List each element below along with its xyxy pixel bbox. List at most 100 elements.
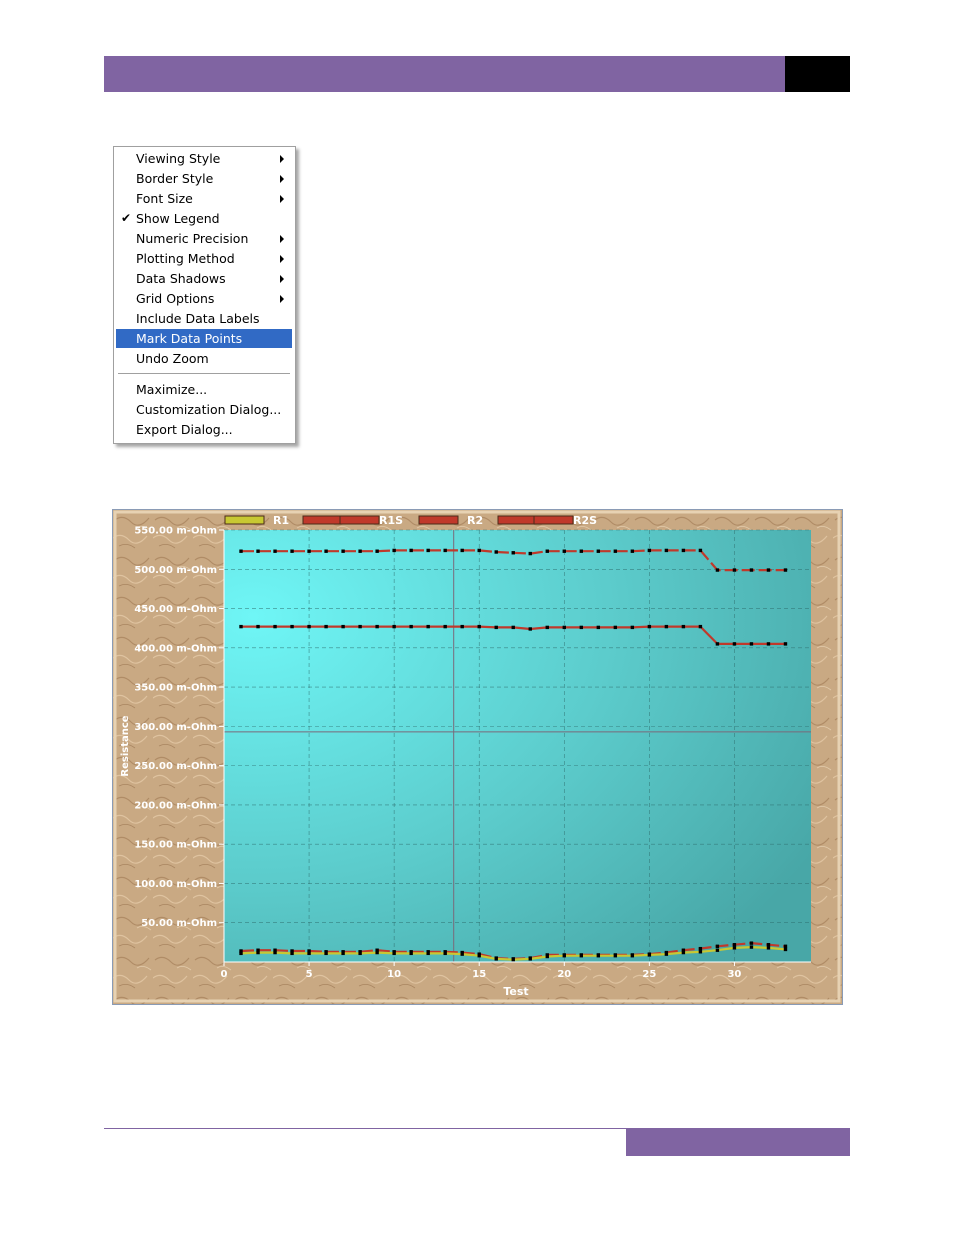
- data-point-r1s: [715, 944, 720, 948]
- data-point-r2s: [426, 548, 430, 553]
- checkmark-icon: ✔: [121, 211, 132, 225]
- submenu-arrow-icon: [280, 235, 284, 243]
- legend-swatch-r2s: [533, 515, 574, 525]
- data-point-r1: [579, 954, 584, 958]
- x-tick-label: 5: [306, 969, 313, 980]
- menu-item-maximize[interactable]: Maximize...: [116, 380, 292, 399]
- data-point-r2: [341, 624, 345, 629]
- data-point-r1: [664, 952, 669, 956]
- x-tick-label: 25: [642, 969, 656, 980]
- data-point-r2s: [647, 548, 652, 553]
- data-point-r2: [647, 624, 652, 629]
- data-point-r2s: [545, 549, 549, 553]
- menu-item-label: Viewing Style: [136, 151, 221, 166]
- menu-item-label: Numeric Precision: [136, 231, 249, 246]
- data-point-r1: [783, 947, 788, 952]
- submenu-arrow-icon: [280, 295, 284, 303]
- data-point-r2s: [511, 551, 515, 555]
- menu-item-viewing-style[interactable]: Viewing Style: [116, 149, 292, 168]
- menu-item-label: Grid Options: [136, 291, 215, 306]
- menu-item-label: Data Shadows: [136, 271, 226, 286]
- data-point-r2s: [273, 549, 277, 553]
- menu-item-border-style[interactable]: Border Style: [116, 169, 292, 188]
- menu-item-show-legend[interactable]: ✔ Show Legend: [116, 209, 292, 228]
- resistance-chart[interactable]: 50.00 m-Ohm 100.00 m-Ohm 150.00 m-Ohm 200.0…: [112, 509, 843, 1005]
- data-point-r2: [545, 625, 549, 630]
- data-point-r2s: [256, 549, 260, 553]
- data-point-r2s: [290, 549, 294, 553]
- submenu-arrow-icon: [280, 155, 284, 163]
- data-point-r1s: [783, 944, 788, 948]
- legend-swatch-r2: [418, 515, 459, 525]
- y-tick-label: 350.00 m-Ohm: [134, 683, 217, 694]
- legend-label-r2: R2: [467, 514, 483, 527]
- y-tick-label: 250.00 m-Ohm: [134, 761, 217, 772]
- menu-item-export-dialog[interactable]: Export Dialog...: [116, 420, 292, 439]
- submenu-arrow-icon: [280, 195, 284, 203]
- data-point-r1: [477, 954, 481, 958]
- data-point-r1: [443, 951, 447, 956]
- x-tick-label: 20: [557, 969, 571, 980]
- data-point-r2: [460, 624, 464, 629]
- data-point-r2: [256, 624, 260, 629]
- data-point-r2: [392, 624, 396, 629]
- menu-item-include-data-labels[interactable]: Include Data Labels: [116, 309, 292, 328]
- data-point-r2s: [613, 549, 618, 553]
- data-point-r1: [511, 957, 515, 962]
- footer-bar: [626, 1128, 850, 1156]
- page-header-bar: [104, 56, 785, 92]
- menu-item-plotting-method[interactable]: Plotting Method: [116, 249, 292, 268]
- menu-item-customization-dialog[interactable]: Customization Dialog...: [116, 400, 292, 419]
- y-tick-label: 150.00 m-Ohm: [134, 840, 217, 851]
- data-point-r1: [715, 948, 720, 952]
- data-point-r2: [664, 624, 669, 629]
- data-point-r2: [494, 625, 498, 630]
- chart-canvas[interactable]: 50.00 m-Ohm 100.00 m-Ohm 150.00 m-Ohm 200.0…: [113, 510, 842, 1004]
- data-point-r2: [528, 627, 532, 631]
- data-point-r1: [392, 951, 396, 956]
- plot-area[interactable]: [224, 530, 811, 962]
- data-point-r2: [613, 625, 618, 630]
- legend-swatch-r1s: [302, 515, 343, 525]
- data-point-r2s: [477, 548, 481, 553]
- submenu-arrow-icon: [280, 175, 284, 183]
- menu-item-data-shadows[interactable]: Data Shadows: [116, 269, 292, 288]
- data-point-r2s: [460, 548, 464, 553]
- y-tick-label: 200.00 m-Ohm: [134, 800, 217, 811]
- data-point-r2: [681, 624, 686, 629]
- data-point-r2: [511, 625, 515, 630]
- data-point-r1: [307, 951, 311, 956]
- data-point-r2: [443, 624, 447, 629]
- data-point-r2: [749, 642, 754, 646]
- data-point-r1: [324, 951, 328, 956]
- legend-swatch-r1: [224, 515, 265, 525]
- y-tick-label: 450.00 m-Ohm: [134, 604, 217, 615]
- data-point-r1: [562, 954, 566, 958]
- menu-item-label: Undo Zoom: [136, 351, 209, 366]
- y-tick-label: 400.00 m-Ohm: [134, 643, 217, 654]
- menu-item-undo-zoom[interactable]: Undo Zoom: [116, 349, 292, 368]
- y-tick-label: 50.00 m-Ohm: [141, 918, 217, 929]
- data-point-r2s: [596, 549, 601, 553]
- data-point-r2s: [783, 568, 788, 572]
- data-point-r2: [477, 624, 481, 629]
- legend-swatch-r2s: [497, 515, 538, 525]
- data-point-r1: [409, 951, 413, 956]
- data-point-r2s: [392, 548, 396, 553]
- menu-item-mark-data-points[interactable]: Mark Data Points: [116, 329, 292, 348]
- menu-item-numeric-precision[interactable]: Numeric Precision: [116, 229, 292, 248]
- menu-item-font-size[interactable]: Font Size: [116, 189, 292, 208]
- page-number-box: [785, 56, 850, 92]
- y-axis-title: Resistance: [120, 715, 131, 776]
- menu-item-label: Export Dialog...: [136, 422, 233, 437]
- data-point-r1s: [749, 941, 754, 945]
- data-point-r2s: [681, 548, 686, 553]
- data-point-r2s: [715, 568, 720, 572]
- data-point-r1: [273, 950, 277, 955]
- data-point-r2: [783, 642, 788, 646]
- menu-item-grid-options[interactable]: Grid Options: [116, 289, 292, 308]
- data-point-r2: [290, 624, 294, 629]
- y-tick-label: 500.00 m-Ohm: [134, 565, 217, 576]
- data-point-r1: [613, 954, 618, 958]
- data-point-r1: [341, 951, 345, 956]
